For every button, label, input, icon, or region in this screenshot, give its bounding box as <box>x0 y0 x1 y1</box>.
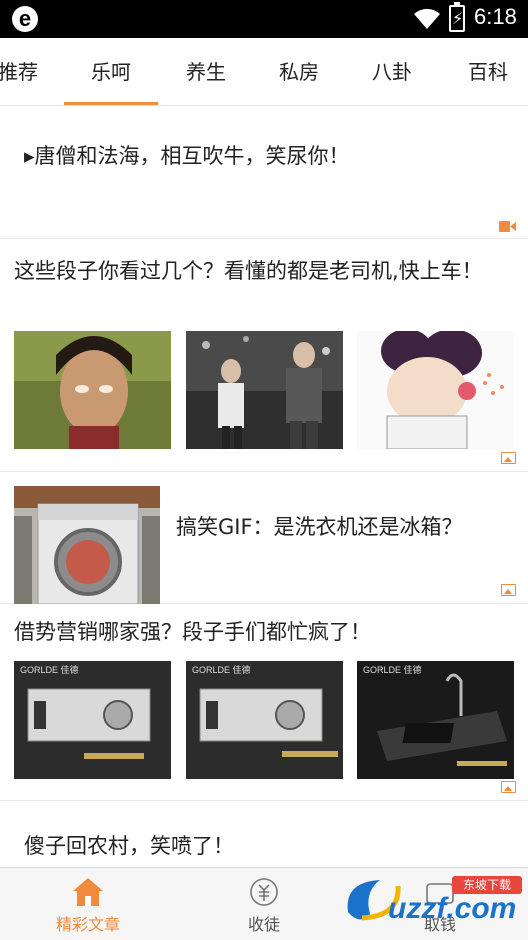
video-icon <box>499 221 516 232</box>
wifi-icon <box>414 8 440 29</box>
feed-item-title: ▸唐僧和法海，相互吹牛，笑尿你！ <box>24 144 350 168</box>
tab-health[interactable]: 养生 <box>170 38 242 105</box>
active-tab-indicator <box>64 102 158 105</box>
thumbnail-image: GORLDE 佳德 <box>357 661 514 779</box>
thumbnail-image: GORLDE 佳德 <box>14 661 171 779</box>
watermark-logo-icon: 东坡下载 uzzf.com <box>347 876 522 925</box>
category-tabs: 推荐 乐呵 养生 私房 八卦 百科 <box>0 38 528 106</box>
ad-brand-text: GORLDE 佳德 <box>363 664 422 675</box>
image-icon <box>501 781 516 793</box>
feed-item-gallery[interactable]: 借势营销哪家强？段子手们都忙疯了！ GORLDE 佳德 GORLDE 佳德 GO… <box>0 604 528 801</box>
thumbnail-image: GORLDE 佳德 <box>186 661 343 779</box>
nav-articles[interactable]: 精彩文章 <box>0 868 176 940</box>
article-feed[interactable]: ▸唐僧和法海，相互吹牛，笑尿你！ 这些段子你看过几个？看懂的都是老司机,快上车！ <box>0 107 528 867</box>
app-logo-icon: e <box>12 6 38 32</box>
watermark-text: uzzf.com <box>388 892 516 925</box>
tab-lehe[interactable]: 乐呵 <box>64 38 158 105</box>
thumbnail-image <box>357 331 514 449</box>
image-icon <box>501 452 516 464</box>
feed-item-title: 搞笑GIF：是洗衣机还是冰箱？ <box>176 515 463 539</box>
home-icon <box>73 878 103 906</box>
feed-item-gallery[interactable]: 这些段子你看过几个？看懂的都是老司机,快上车！ <box>0 239 528 472</box>
ad-brand-text: GORLDE 佳德 <box>20 664 79 675</box>
thumbnail-image <box>14 331 171 449</box>
feed-item-title: 这些段子你看过几个？看懂的都是老司机,快上车！ <box>14 259 483 283</box>
tab-encyclopedia[interactable]: 百科 <box>452 38 524 105</box>
tab-private[interactable]: 私房 <box>263 38 335 105</box>
feed-item-text[interactable]: 傻子回农村，笑喷了！ <box>0 801 528 867</box>
feed-item-video[interactable]: ▸唐僧和法海，相互吹牛，笑尿你！ <box>0 107 528 239</box>
feed-item-single-image[interactable]: 搞笑GIF：是洗衣机还是冰箱？ <box>0 472 528 604</box>
feed-item-title: 傻子回农村，笑喷了！ <box>24 834 234 858</box>
tab-recommend[interactable]: 推荐 <box>0 38 42 105</box>
site-watermark: 东坡下载 uzzf.com <box>340 872 528 934</box>
sheep-icon <box>250 878 278 906</box>
thumbnail-image <box>14 486 160 604</box>
nav-apprentice[interactable]: 收徒 <box>176 868 352 940</box>
image-icon <box>501 584 516 596</box>
tab-gossip[interactable]: 八卦 <box>356 38 428 105</box>
watermark-badge: 东坡下载 <box>463 878 511 892</box>
status-bar: e ⚡ 6:18 <box>0 0 528 38</box>
clock: 6:18 <box>474 4 517 29</box>
battery-icon: ⚡ <box>449 2 465 32</box>
nav-label: 收徒 <box>247 915 280 934</box>
nav-label: 精彩文章 <box>55 915 120 934</box>
ad-brand-text: GORLDE 佳德 <box>192 664 251 675</box>
feed-item-title: 借势营销哪家强？段子手们都忙疯了！ <box>14 620 371 644</box>
thumbnail-image <box>186 331 343 449</box>
